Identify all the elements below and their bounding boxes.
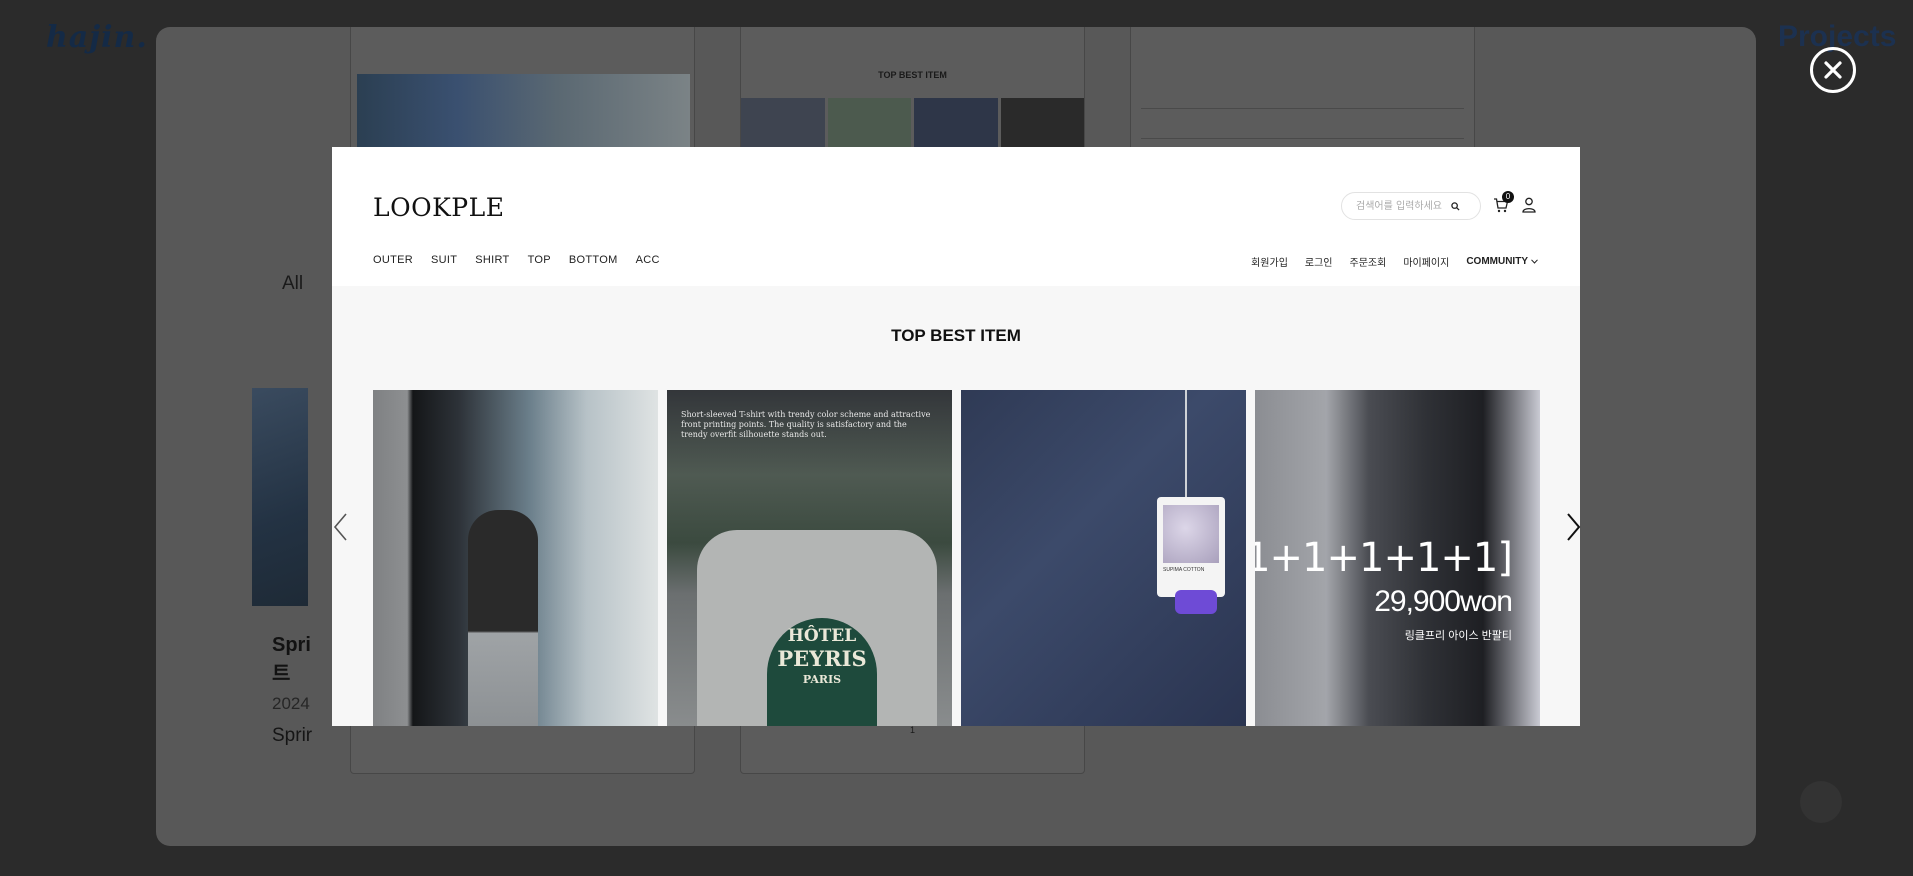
nav-item-shirt: SHIRT <box>475 254 510 266</box>
model-figure <box>468 510 538 726</box>
site-header: LOOKPLE 0 OUTER SUIT SHIRT TOP BOTTOM AC… <box>332 147 1580 286</box>
nav-item-mypage: 마이페이지 <box>1403 258 1450 269</box>
tag-cord <box>1185 390 1187 498</box>
user-icon <box>1522 197 1536 213</box>
nav-item-acc: ACC <box>635 254 660 266</box>
filter-all[interactable]: All <box>282 273 303 295</box>
promo-bundle: [1+1+1+1+1] <box>1255 535 1513 581</box>
product-image-3: SUPIMA COTTON <box>961 390 1246 726</box>
divider <box>1141 108 1464 109</box>
project-card-subtitle: Sprir <box>272 725 313 746</box>
search-box <box>1341 192 1481 220</box>
site-main: TOP BEST ITEM Short-sleeved T-shirt with… <box>332 286 1580 726</box>
product-image-1 <box>373 390 658 726</box>
promo-price: 29,900won <box>1374 585 1513 618</box>
tag-image <box>1163 505 1219 563</box>
lightbox-image: LOOKPLE 0 OUTER SUIT SHIRT TOP BOTTOM AC… <box>332 147 1580 726</box>
nav-item-order-lookup: 주문조회 <box>1349 258 1387 269</box>
product-description: Short-sleeved T-shirt with trendy color … <box>681 410 931 439</box>
promo-text: [1+1+1+1+1] 29,900won 링클프리 아이스 반팔티 <box>1255 535 1513 643</box>
section-title: TOP BEST ITEM <box>891 326 1021 345</box>
site-logo: hajin. <box>46 20 148 55</box>
category-nav: OUTER SUIT SHIRT TOP BOTTOM ACC <box>373 254 660 266</box>
nav-item-community: COMMUNITY <box>1466 256 1538 267</box>
thumbnail-pagination: 1 <box>909 725 915 735</box>
badge-line-2: PEYRIS <box>777 646 867 671</box>
nav-item-signup: 회원가입 <box>1251 258 1288 269</box>
project-card-image[interactable] <box>252 388 308 606</box>
print-badge: HÔTEL PEYRIS PARIS <box>767 618 877 726</box>
hang-tag: SUPIMA COTTON <box>1157 497 1225 597</box>
chevron-left-icon[interactable] <box>330 510 352 544</box>
badge-line-3: PARIS <box>802 673 842 686</box>
search-input[interactable] <box>1356 199 1450 213</box>
account-nav: 회원가입 로그인 주문조회 마이페이지 COMMUNITY <box>1251 254 1538 269</box>
promo-subtitle: 링클프리 아이스 반팔티 <box>1404 630 1512 642</box>
nav-item-suit: SUIT <box>431 254 458 266</box>
cart-count-badge: 0 <box>1502 191 1514 203</box>
nav-item-login: 로그인 <box>1304 258 1333 269</box>
chevron-down-icon <box>1531 259 1538 264</box>
community-label: COMMUNITY <box>1466 256 1528 267</box>
close-button[interactable] <box>1810 47 1856 93</box>
chevron-right-icon[interactable] <box>1562 510 1584 544</box>
tag-clip <box>1175 590 1217 614</box>
nav-item-outer: OUTER <box>373 254 413 266</box>
product-image-2: Short-sleeved T-shirt with trendy color … <box>667 390 952 726</box>
product-grid: Short-sleeved T-shirt with trendy color … <box>373 390 1540 726</box>
close-icon <box>1824 61 1842 79</box>
shop-logo: LOOKPLE <box>373 193 505 222</box>
badge-line-1: HÔTEL <box>787 626 857 646</box>
divider <box>1141 138 1464 139</box>
scroll-top-button[interactable] <box>1800 781 1842 823</box>
project-card-date: 2024 <box>272 694 310 713</box>
tag-text: SUPIMA COTTON <box>1163 567 1205 573</box>
search-icon <box>1451 202 1460 211</box>
thumbnail-section-title: TOP BEST ITEM <box>878 70 947 80</box>
product-image-4: [1+1+1+1+1] 29,900won 링클프리 아이스 반팔티 <box>1255 390 1540 726</box>
project-card-title[interactable]: Spri 트 <box>272 631 311 689</box>
nav-item-top: TOP <box>527 254 551 266</box>
nav-item-bottom: BOTTOM <box>568 254 618 266</box>
